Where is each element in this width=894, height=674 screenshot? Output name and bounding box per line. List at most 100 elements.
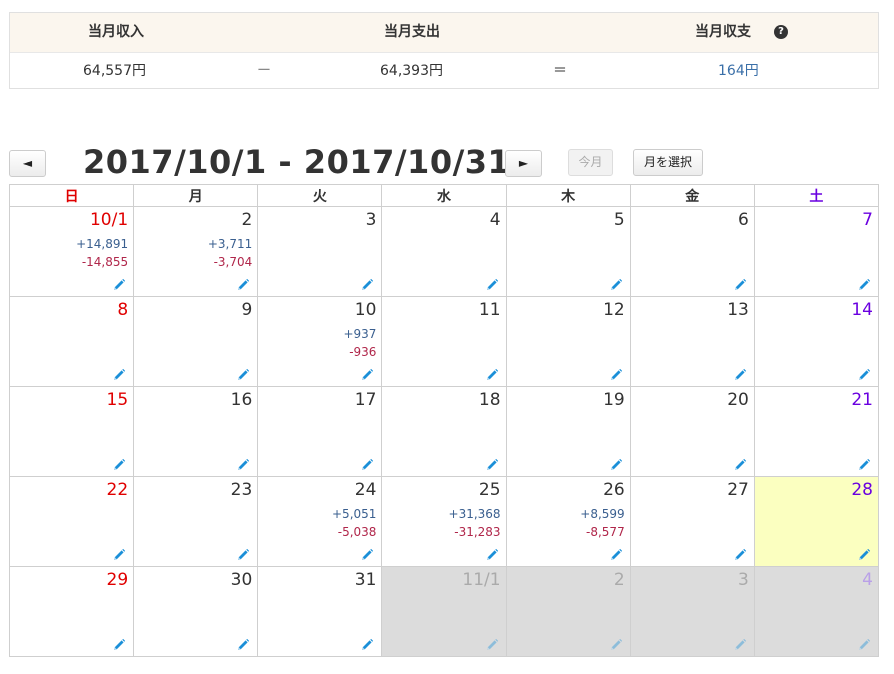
calendar-day-cell[interactable]: 31 — [257, 566, 383, 657]
pencil-icon[interactable] — [236, 637, 250, 651]
day-expense: -31,283 — [454, 525, 501, 539]
day-number: 4 — [862, 570, 873, 590]
pencil-icon[interactable] — [236, 367, 250, 381]
pencil-icon[interactable] — [485, 457, 499, 471]
pencil-icon[interactable] — [733, 457, 747, 471]
day-number: 5 — [613, 210, 625, 230]
pencil-icon[interactable] — [485, 367, 499, 381]
pencil-icon[interactable] — [112, 637, 126, 651]
pencil-icon[interactable] — [733, 367, 747, 381]
pencil-icon[interactable] — [733, 637, 747, 651]
calendar-day-cell[interactable]: 17 — [257, 386, 383, 477]
pencil-icon[interactable] — [360, 547, 374, 561]
day-number: 2 — [613, 570, 625, 590]
calendar-day-cell[interactable]: 2 — [505, 566, 631, 657]
day-number: 16 — [230, 390, 253, 410]
calendar-day-cell[interactable]: 12 — [505, 296, 631, 387]
select-month-button[interactable]: 月を選択 — [633, 149, 703, 176]
day-number: 24 — [354, 480, 377, 500]
calendar-day-cell[interactable]: 20 — [629, 386, 755, 477]
pencil-icon[interactable] — [609, 637, 623, 651]
weekday-sun: 日 — [8, 184, 135, 207]
calendar-day-cell[interactable]: 28 — [753, 476, 880, 567]
pencil-icon[interactable] — [857, 547, 871, 561]
calendar-day-cell[interactable]: 10/1 +14,891 -14,855 — [8, 206, 135, 297]
pencil-icon[interactable] — [485, 277, 499, 291]
calendar-day-cell[interactable]: 8 — [8, 296, 135, 387]
calendar-day-cell[interactable]: 19 — [505, 386, 631, 477]
pencil-icon[interactable] — [609, 457, 623, 471]
pencil-icon[interactable] — [112, 547, 126, 561]
pencil-icon[interactable] — [360, 457, 374, 471]
calendar-day-cell[interactable]: 14 — [753, 296, 880, 387]
pencil-icon[interactable] — [112, 367, 126, 381]
expense-label: 当月支出 — [384, 24, 440, 40]
pencil-icon[interactable] — [609, 547, 623, 561]
calendar-day-cell[interactable]: 10 +937 -936 — [257, 296, 383, 387]
prev-month-button[interactable]: ◄ — [9, 150, 46, 177]
day-income: +14,891 — [76, 237, 129, 251]
calendar-day-cell[interactable]: 27 — [629, 476, 755, 567]
calendar-week-row: 10/1 +14,891 -14,855 2 +3,711 -3,704 3 4 5 6 7 — [8, 206, 880, 297]
calendar-day-cell[interactable]: 13 — [629, 296, 755, 387]
calendar-day-cell[interactable]: 11/1 — [381, 566, 507, 657]
day-income: +937 — [343, 327, 377, 341]
calendar-grid: 日 月 火 水 木 金 土 10/1 +14,891 -14,855 2 +3,711 -… — [8, 184, 880, 657]
calendar-day-cell[interactable]: 15 — [8, 386, 135, 477]
pencil-icon[interactable] — [733, 547, 747, 561]
pencil-icon[interactable] — [857, 457, 871, 471]
pencil-icon[interactable] — [112, 277, 126, 291]
calendar-day-cell[interactable]: 16 — [133, 386, 259, 477]
pencil-icon[interactable] — [360, 367, 374, 381]
pencil-icon[interactable] — [733, 277, 747, 291]
calendar-day-cell[interactable]: 25 +31,368 -31,283 — [381, 476, 507, 567]
pencil-icon[interactable] — [360, 637, 374, 651]
pencil-icon[interactable] — [609, 277, 623, 291]
day-number: 9 — [241, 300, 253, 320]
date-range-title: 2017/10/1 - 2017/10/31 — [83, 143, 511, 181]
calendar-day-cell[interactable]: 26 +8,599 -8,577 — [505, 476, 631, 567]
pencil-icon[interactable] — [857, 277, 871, 291]
calendar-day-cell[interactable]: 24 +5,051 -5,038 — [257, 476, 383, 567]
calendar-day-cell[interactable]: 23 — [133, 476, 259, 567]
calendar-day-cell[interactable]: 5 — [505, 206, 631, 297]
next-month-button[interactable]: ► — [505, 150, 542, 177]
calendar-day-cell[interactable]: 6 — [629, 206, 755, 297]
pencil-icon[interactable] — [857, 367, 871, 381]
balance-label: 当月収支 — [695, 24, 751, 40]
pencil-icon[interactable] — [857, 637, 871, 651]
day-number: 14 — [851, 300, 873, 320]
pencil-icon[interactable] — [360, 277, 374, 291]
day-number: 28 — [851, 480, 873, 500]
calendar-day-cell[interactable]: 29 — [8, 566, 135, 657]
calendar-day-cell[interactable]: 9 — [133, 296, 259, 387]
pencil-icon[interactable] — [112, 457, 126, 471]
day-number: 11 — [478, 300, 501, 320]
calendar-day-cell[interactable]: 22 — [8, 476, 135, 567]
calendar-day-cell[interactable]: 3 — [257, 206, 383, 297]
pencil-icon[interactable] — [236, 277, 250, 291]
calendar-day-cell[interactable]: 3 — [629, 566, 755, 657]
day-number: 6 — [738, 210, 749, 230]
calendar-day-cell[interactable]: 7 — [753, 206, 880, 297]
monthly-summary: 当月収入 当月支出 当月収支 ? 64,557円 ー 64,393円 ＝ 164… — [9, 12, 879, 89]
calendar-day-cell[interactable]: 11 — [381, 296, 507, 387]
calendar-day-cell[interactable]: 4 — [381, 206, 507, 297]
pencil-icon[interactable] — [236, 547, 250, 561]
calendar-day-cell[interactable]: 18 — [381, 386, 507, 477]
calendar-day-cell[interactable]: 30 — [133, 566, 259, 657]
day-income: +31,368 — [448, 507, 501, 521]
pencil-icon[interactable] — [236, 457, 250, 471]
weekday-mon: 月 — [133, 184, 259, 207]
current-month-button[interactable]: 今月 — [568, 149, 613, 176]
summary-header: 当月収入 当月支出 当月収支 ? — [10, 13, 878, 52]
calendar-day-cell[interactable]: 4 — [753, 566, 880, 657]
pencil-icon[interactable] — [485, 637, 499, 651]
pencil-icon[interactable] — [609, 367, 623, 381]
day-number: 18 — [478, 390, 501, 410]
question-circle-icon[interactable]: ? — [774, 25, 788, 39]
calendar-day-cell[interactable]: 2 +3,711 -3,704 — [133, 206, 259, 297]
calendar-day-cell[interactable]: 21 — [753, 386, 880, 477]
day-number: 22 — [106, 480, 129, 500]
pencil-icon[interactable] — [485, 547, 499, 561]
